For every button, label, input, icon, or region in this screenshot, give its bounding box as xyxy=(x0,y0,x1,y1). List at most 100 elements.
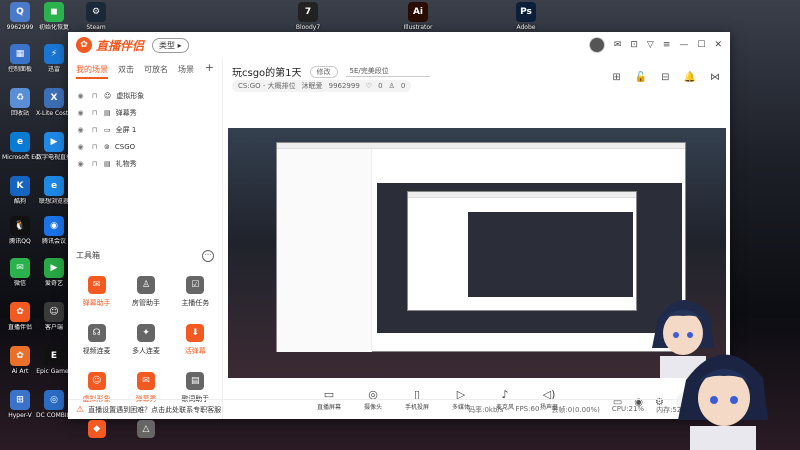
tool-item[interactable]: ⬇ 活弹幕 xyxy=(171,320,220,362)
main-tools: ⊞ 🔓 ⊟ 🔔 ⋈ xyxy=(612,72,720,83)
desktop-icon[interactable]: ✉ 微信 xyxy=(2,258,38,287)
tool-icon: ♙ xyxy=(136,276,155,294)
eye-icon[interactable]: ◉ xyxy=(76,92,85,100)
close-button[interactable]: ✕ xyxy=(714,40,722,50)
desktop-icon[interactable]: ◼ 初始化恢复 xyxy=(36,2,72,31)
scene-label: 弹幕秀 xyxy=(115,108,137,117)
desktop-icon-label: Epic Games xyxy=(36,368,72,375)
layout-icon[interactable]: ⊞ xyxy=(612,72,620,83)
tab-placeable[interactable]: 可放名 xyxy=(144,64,168,79)
tool-item[interactable]: ♙ 房管助手 xyxy=(121,272,170,314)
scene-icon: ☺ xyxy=(104,91,112,100)
eye-icon[interactable]: ◉ xyxy=(76,109,85,117)
preview-nested-window xyxy=(276,142,686,352)
desktop-icon-label: 联想浏览器 xyxy=(38,198,69,205)
lock-icon[interactable]: ⊓ xyxy=(90,143,99,151)
eye-icon[interactable]: ◉ xyxy=(76,143,85,151)
scene-item[interactable]: ◉ ⊓ ▤ 礼物秀 xyxy=(76,155,214,172)
tool-item[interactable]: ☑ 主播任务 xyxy=(171,272,220,314)
tab-double[interactable]: 双击 xyxy=(118,64,134,79)
room-title[interactable]: 玩csgo的第1天 xyxy=(232,64,302,79)
tool-item[interactable]: ✦ 多人连麦 xyxy=(121,320,170,362)
desktop-icon[interactable]: Ai Illustrator xyxy=(400,2,436,31)
avatar[interactable] xyxy=(588,37,605,53)
desktop-icon[interactable]: ✿ 直播伴侣 xyxy=(2,302,38,331)
app-icon: ✿ xyxy=(10,346,30,366)
minimize-button[interactable]: — xyxy=(679,40,688,50)
fps: FPS:60 xyxy=(515,404,540,413)
tool-icon: ▤ xyxy=(186,372,205,390)
tool-icon: ⬇ xyxy=(186,324,205,342)
screen-icon[interactable]: ⊟ xyxy=(661,72,669,83)
tool-icon: ✦ xyxy=(136,324,155,342)
type-button[interactable]: 类型 ▸ xyxy=(152,37,189,53)
desktop-icon[interactable]: K 酷狗 xyxy=(2,176,38,205)
scene-label: 礼物秀 xyxy=(115,159,137,168)
tool-label: 房管助手 xyxy=(131,299,160,307)
app-icon: ✿ xyxy=(10,302,30,322)
desktop-icon-label: 客户端 xyxy=(44,324,63,331)
desktop-icon[interactable]: ▦ 控制面板 xyxy=(2,44,38,73)
app-icon: e xyxy=(10,132,30,152)
desktop-icon[interactable]: ◉ 腾讯会议 xyxy=(36,216,72,245)
tool-item[interactable]: ☊ 视频连麦 xyxy=(72,320,121,362)
desktop-icon[interactable]: 7 Bloody7 xyxy=(290,2,326,31)
tab-my-scenes[interactable]: 我的场景 xyxy=(76,64,108,79)
desktop-icon[interactable]: e 联想浏览器 xyxy=(36,176,72,205)
scene-item[interactable]: ◉ ⊓ ⊚ CSGO xyxy=(76,138,214,155)
mail-icon[interactable]: ✉ xyxy=(614,40,622,50)
tab-scenes[interactable]: 场景 xyxy=(178,64,194,79)
desktop-icon[interactable]: Ps Adobe xyxy=(508,2,544,31)
bell-icon[interactable]: 🔔 xyxy=(684,72,696,83)
room-row: 玩csgo的第1天 修改 5E/完美段位 xyxy=(232,64,430,79)
desktop-icon[interactable]: ▶ 数字电视直播 xyxy=(36,132,72,161)
room-sub-input[interactable]: 5E/完美段位 xyxy=(345,66,430,77)
lock-icon[interactable]: ⊓ xyxy=(90,160,99,168)
app-icon: K xyxy=(10,176,30,196)
game-label[interactable]: CS:GO - 大概排位 xyxy=(238,81,296,91)
lock-icon[interactable]: ⊓ xyxy=(90,126,99,134)
toolbox-title: 工具箱 xyxy=(76,251,100,260)
app-icon: ◎ xyxy=(44,390,64,410)
desktop-icon[interactable]: E Epic Games xyxy=(36,346,72,375)
desktop-icon[interactable]: Q 9962999 xyxy=(2,2,38,31)
desktop-icon[interactable]: X X-Lite Cost Assistant xyxy=(36,88,72,117)
message-icon[interactable]: ⊡ xyxy=(630,40,638,50)
scene-item[interactable]: ◉ ⊓ ▤ 弹幕秀 xyxy=(76,104,214,121)
desktop-icon[interactable]: ⚙ Steam xyxy=(78,2,114,31)
live-preview[interactable] xyxy=(228,128,726,378)
scene-item[interactable]: ◉ ⊓ ▭ 全屏 1 xyxy=(76,121,214,138)
desktop-icon[interactable]: e Microsoft Edge xyxy=(2,132,38,161)
lock-icon[interactable]: 🔓 xyxy=(635,72,647,83)
tool-item[interactable]: ◆ xyxy=(72,416,121,450)
desktop-icon[interactable]: ▶ 爱奇艺 xyxy=(36,258,72,287)
lock-icon[interactable]: ⊓ xyxy=(90,109,99,117)
desktop-icon[interactable]: 🐧 腾讯QQ xyxy=(2,216,38,245)
status-bar: ⚠ 直播设置遇到困难？点击此处联系专职客服 码率:0kb/s FPS:60 丢帧… xyxy=(68,399,730,419)
more-icon[interactable]: ··· xyxy=(202,250,214,262)
desktop-icon-label: 直播伴侣 xyxy=(7,324,32,331)
scene-label: 虚拟形象 xyxy=(116,91,145,100)
app-icon: ✉ xyxy=(10,258,30,278)
eye-icon[interactable]: ◉ xyxy=(76,160,85,168)
lock-icon[interactable]: ⊓ xyxy=(90,92,99,100)
share-icon[interactable]: ⋈ xyxy=(710,72,720,83)
desktop-icon[interactable]: ◎ DC COMBINE xyxy=(36,390,72,419)
menu-icon[interactable]: ≡ xyxy=(663,40,671,50)
desktop-icon[interactable]: ♻ 回收站 xyxy=(2,88,38,117)
edit-button[interactable]: 修改 xyxy=(309,65,338,78)
scene-item[interactable]: ◉ ⊓ ☺ 虚拟形象 xyxy=(76,87,214,104)
filter-icon[interactable]: ▽ xyxy=(647,40,654,50)
tool-icon: ✉ xyxy=(87,276,106,294)
desktop-icon[interactable]: ✿ Ai Art xyxy=(2,346,38,375)
desktop-icon[interactable]: ⚡ 迅雷 xyxy=(36,44,72,73)
tool-item[interactable]: ✉ 弹幕助手 xyxy=(72,272,121,314)
eye-icon[interactable]: ◉ xyxy=(76,126,85,134)
tool-label: 弹幕助手 xyxy=(82,299,111,307)
desktop-icon[interactable]: ☺ 客户端 xyxy=(36,302,72,331)
add-scene-button[interactable]: + xyxy=(205,62,214,79)
desktop-icon[interactable]: ⊞ Hyper-V xyxy=(2,390,38,419)
tool-item[interactable]: △ xyxy=(121,416,170,450)
support-notice-link[interactable]: 直播设置遇到困难？点击此处联系专职客服 xyxy=(88,405,221,415)
maximize-button[interactable]: ☐ xyxy=(697,40,705,50)
